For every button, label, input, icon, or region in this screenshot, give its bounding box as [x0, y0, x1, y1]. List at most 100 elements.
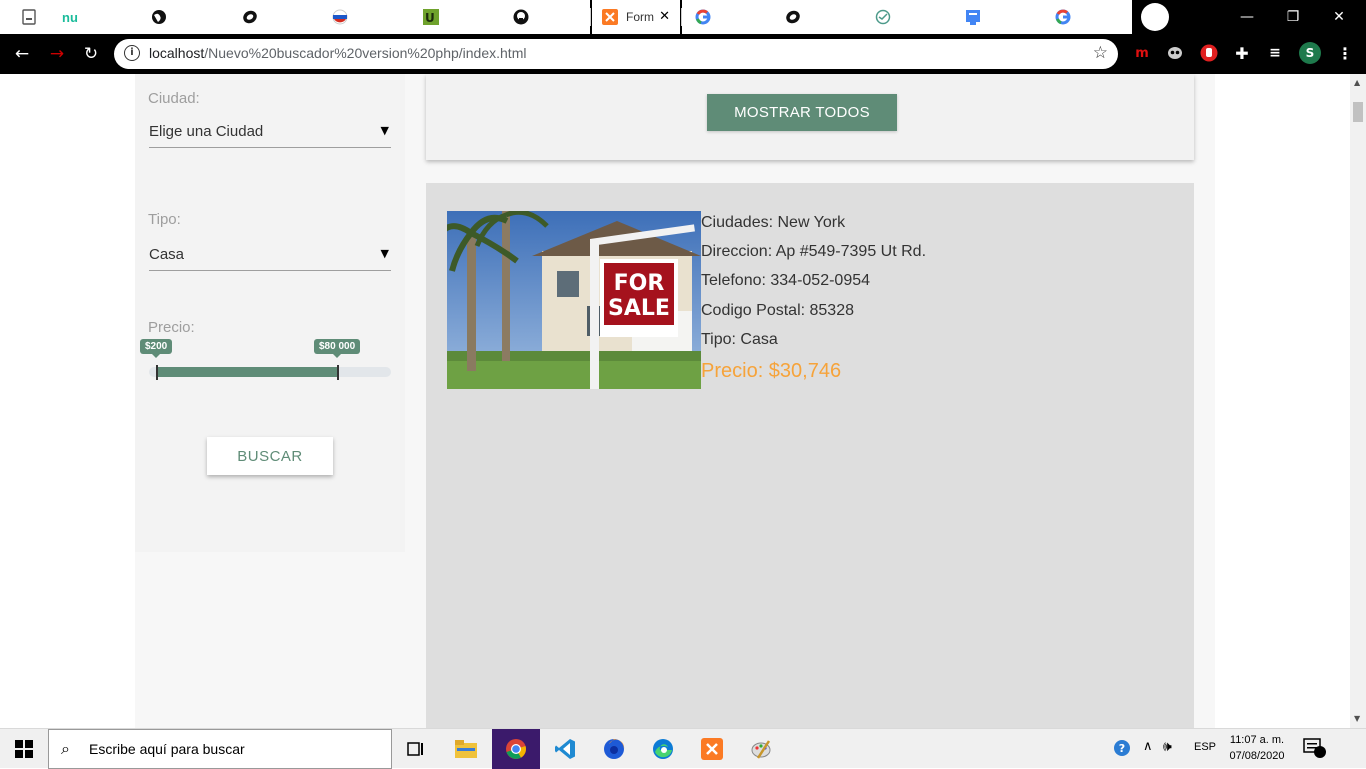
house-for-sale-image: FOR SALE: [447, 211, 701, 389]
bookmark-star-icon[interactable]: ☆: [1093, 43, 1108, 63]
tipo-select[interactable]: Casa ▼: [149, 241, 391, 271]
search-icon: ⌕: [61, 739, 70, 758]
listing-ciudad: Ciudades: New York: [701, 214, 846, 231]
extension-hand-icon[interactable]: [1198, 42, 1220, 64]
tab-2[interactable]: nu: [55, 8, 85, 26]
edge-icon[interactable]: [639, 729, 687, 769]
scrollbar-thumb[interactable]: [1353, 102, 1363, 122]
price-min-badge: $200: [140, 339, 173, 358]
mostrar-todos-button[interactable]: MOSTRAR TODOS: [707, 94, 897, 131]
help-icon[interactable]: ?: [1113, 739, 1133, 760]
ciudad-select[interactable]: Elige una Ciudad ▼: [149, 118, 391, 148]
tab-13[interactable]: [1052, 8, 1074, 26]
listing-codigo-postal: Codigo Postal: 85328: [701, 302, 854, 319]
content-wrapper: Ciudad: Elige una Ciudad ▼ Tipo: Casa ▼ …: [135, 74, 1215, 728]
new-tab-button[interactable]: [1141, 3, 1169, 31]
ciudad-select-value: Elige una Ciudad: [149, 123, 264, 140]
extensions-puzzle-icon[interactable]: ✚: [1231, 42, 1253, 64]
tab-3[interactable]: [146, 8, 172, 26]
language-indicator[interactable]: ESP: [1194, 741, 1216, 753]
chrome-glyph: [506, 739, 526, 759]
url-path: /Nuevo%20buscador%20version%20php/index.…: [204, 45, 527, 61]
scroll-down-icon[interactable]: ▼: [1354, 714, 1360, 723]
tab-active[interactable]: Form ✕: [592, 0, 680, 34]
tab-11[interactable]: [872, 8, 894, 26]
sign-text-for: FOR: [614, 271, 665, 296]
chevron-up-icon[interactable]: ∧: [1143, 738, 1153, 754]
listing-tipo: Tipo: Casa: [701, 331, 778, 348]
listing-precio: Precio: $30,746: [701, 360, 842, 382]
upwork-icon: U: [423, 9, 439, 25]
close-window-icon[interactable]: ✕: [1316, 0, 1362, 34]
scroll-up-icon[interactable]: ▲: [1354, 78, 1360, 87]
firefox-icon[interactable]: [590, 729, 638, 769]
listing-photo: FOR SALE: [447, 211, 701, 389]
price-range-fill: [157, 367, 338, 377]
taskbar-search-input[interactable]: ⌕ Escribe aquí para buscar: [48, 729, 392, 769]
system-clock[interactable]: 11:07 a. m. 07/08/2020: [1226, 732, 1288, 764]
start-button[interactable]: [0, 729, 48, 769]
tab-4[interactable]: [237, 8, 263, 26]
address-bar[interactable]: i localhost/Nuevo%20buscador%20version%2…: [114, 39, 1118, 69]
task-view-icon[interactable]: [392, 729, 440, 769]
page-icon: [22, 9, 36, 25]
task-view-glyph: [407, 742, 423, 756]
xampp-taskbar-icon[interactable]: [688, 729, 736, 769]
volume-icon[interactable]: 🕪: [1163, 738, 1172, 755]
github-icon: [513, 9, 529, 25]
buscar-button[interactable]: BUSCAR: [207, 437, 333, 475]
extension-m-icon[interactable]: m: [1131, 42, 1153, 64]
tab-5[interactable]: [327, 8, 353, 26]
google-icon: [695, 9, 711, 25]
extension-ghost-icon[interactable]: [1164, 42, 1186, 64]
tab-1[interactable]: [12, 8, 46, 26]
menu-kebab-icon[interactable]: ⋮: [1334, 42, 1356, 64]
nu-icon: nu: [62, 9, 78, 25]
sign-text-sale: SALE: [608, 296, 670, 321]
profile-avatar[interactable]: S: [1299, 42, 1321, 64]
file-explorer-icon[interactable]: [442, 729, 490, 769]
price-min-handle[interactable]: [156, 365, 158, 380]
edge-glyph: [653, 739, 673, 759]
tab-divider: [681, 8, 682, 26]
taskbar: ⌕ Escribe aquí para buscar ? ∧ 🕪 ESP 11:…: [0, 728, 1366, 769]
palette-glyph: [751, 740, 771, 759]
price-max-handle[interactable]: [337, 365, 339, 380]
clock-date: 07/08/2020: [1229, 750, 1285, 762]
tab-7[interactable]: [508, 8, 534, 26]
url-host: localhost: [149, 45, 205, 61]
vscode-glyph: [555, 739, 575, 759]
tab-strip: nu U Form ✕ — ❐ ✕: [0, 0, 1366, 34]
tab-9[interactable]: [692, 8, 714, 26]
onshape-icon: [243, 10, 257, 24]
help-glyph: ?: [1114, 740, 1130, 756]
close-tab-icon[interactable]: ✕: [659, 9, 670, 24]
tab-12[interactable]: [962, 8, 984, 26]
svg-text:?: ?: [1119, 742, 1125, 755]
xampp-icon: [602, 9, 618, 25]
reload-icon[interactable]: ↻: [79, 42, 103, 66]
media-queue-icon[interactable]: ≡: [1264, 42, 1286, 64]
minimize-icon[interactable]: —: [1224, 0, 1270, 34]
vscode-icon[interactable]: [541, 729, 589, 769]
windows-logo-icon: [15, 740, 33, 758]
tab-10[interactable]: [782, 8, 804, 26]
notifications-icon[interactable]: [1303, 737, 1327, 762]
restore-icon[interactable]: ❐: [1270, 0, 1316, 34]
action-center-glyph: [1303, 738, 1326, 758]
svg-text:U: U: [425, 11, 435, 25]
clock-time: 11:07 a. m.: [1229, 734, 1285, 746]
forward-icon[interactable]: →: [45, 42, 69, 66]
back-icon[interactable]: ←: [10, 42, 34, 66]
vertical-scrollbar[interactable]: ▲ ▼: [1350, 74, 1366, 728]
tipo-select-value: Casa: [149, 246, 185, 263]
paint-icon[interactable]: [737, 729, 785, 769]
chrome-taskbar-icon[interactable]: [492, 729, 540, 769]
tab-6[interactable]: U: [418, 8, 444, 26]
stop-hand-icon: [1200, 44, 1218, 62]
xampp-glyph: [701, 738, 723, 760]
url-text[interactable]: localhost/Nuevo%20buscador%20version%20p…: [149, 45, 526, 61]
site-info-icon[interactable]: i: [124, 45, 140, 61]
folder-glyph: [455, 740, 477, 758]
actions-card: MOSTRAR TODOS: [426, 74, 1194, 160]
